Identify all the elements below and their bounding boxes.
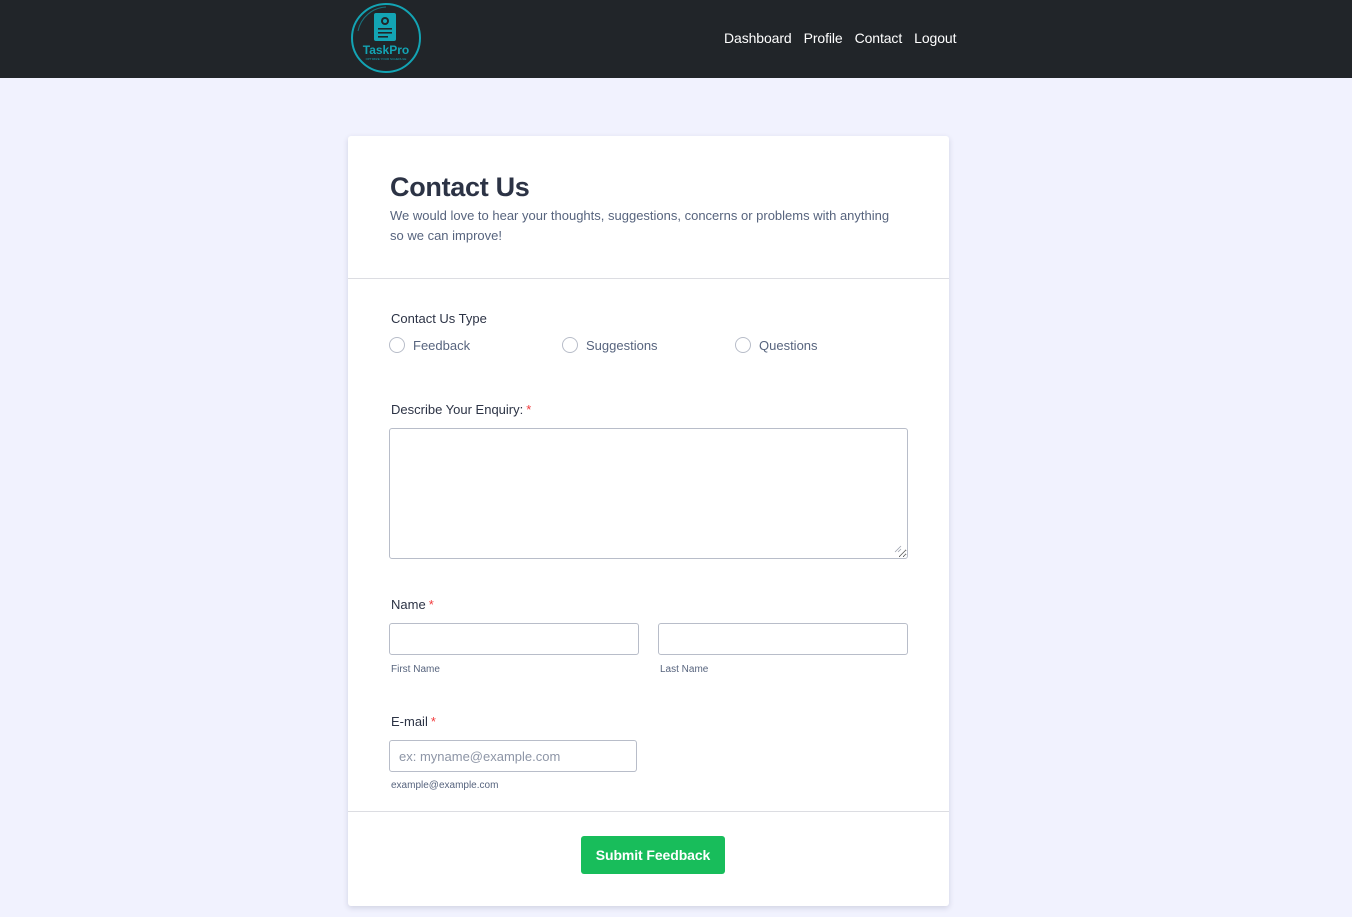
contact-type-label: Contact Us Type xyxy=(391,311,487,326)
page-subtitle: We would love to hear your thoughts, sug… xyxy=(390,208,890,243)
email-label: E-mail * xyxy=(391,714,436,729)
radio-label-feedback: Feedback xyxy=(413,337,471,353)
nav-link-logout[interactable]: Logout xyxy=(908,30,962,46)
last-name-sublabel: Last Name xyxy=(660,664,709,675)
radio-feedback[interactable]: Feedback xyxy=(389,336,470,354)
email-sublabel: example@example.com xyxy=(391,780,499,791)
footer-divider xyxy=(348,811,949,812)
form-header: Contact Us We would love to hear your th… xyxy=(348,136,949,279)
radio-label-questions: Questions xyxy=(759,337,818,353)
nav-link-contact[interactable]: Contact xyxy=(849,30,909,46)
radio-questions[interactable]: Questions xyxy=(735,336,818,354)
enquiry-label: Describe Your Enquiry: * xyxy=(391,402,531,417)
radio-circle-icon[interactable] xyxy=(735,337,751,353)
radio-circle-icon[interactable] xyxy=(562,337,578,353)
nav-link-dashboard[interactable]: Dashboard xyxy=(718,30,798,46)
logo-tagline: OPTIMIZE YOUR SCHEDULE xyxy=(366,57,407,61)
email-label-text: E-mail xyxy=(391,714,428,729)
contact-form-card: Contact Us We would love to hear your th… xyxy=(348,136,949,906)
name-label-text: Name xyxy=(391,597,426,612)
page-title: Contact Us xyxy=(390,172,530,202)
taskpro-logo[interactable]: TaskPro OPTIMIZE YOUR SCHEDULE xyxy=(350,1,422,74)
radio-label-suggestions: Suggestions xyxy=(586,337,658,353)
first-name-sublabel: First Name xyxy=(391,664,440,675)
enquiry-label-text: Describe Your Enquiry: xyxy=(391,402,524,417)
nav-link-profile[interactable]: Profile xyxy=(798,30,849,46)
navbar: TaskPro OPTIMIZE YOUR SCHEDULE Dashboard… xyxy=(0,0,1352,78)
required-mark: * xyxy=(526,402,532,417)
logo-text: TaskPro xyxy=(363,43,409,57)
nav-links: Dashboard Profile Contact Logout xyxy=(718,30,962,46)
radio-suggestions[interactable]: Suggestions xyxy=(562,336,658,354)
required-mark: * xyxy=(428,597,434,612)
first-name-input[interactable] xyxy=(389,623,639,655)
required-mark: * xyxy=(430,714,436,729)
name-label: Name * xyxy=(391,597,434,612)
contact-type-radio-group: Feedback Suggestions Questions xyxy=(389,336,929,356)
resize-grip-icon[interactable] xyxy=(894,545,902,553)
email-input[interactable] xyxy=(389,740,637,772)
enquiry-textarea[interactable] xyxy=(389,428,908,559)
radio-circle-icon[interactable] xyxy=(389,337,405,353)
submit-feedback-button[interactable]: Submit Feedback xyxy=(581,836,725,874)
last-name-input[interactable] xyxy=(658,623,908,655)
